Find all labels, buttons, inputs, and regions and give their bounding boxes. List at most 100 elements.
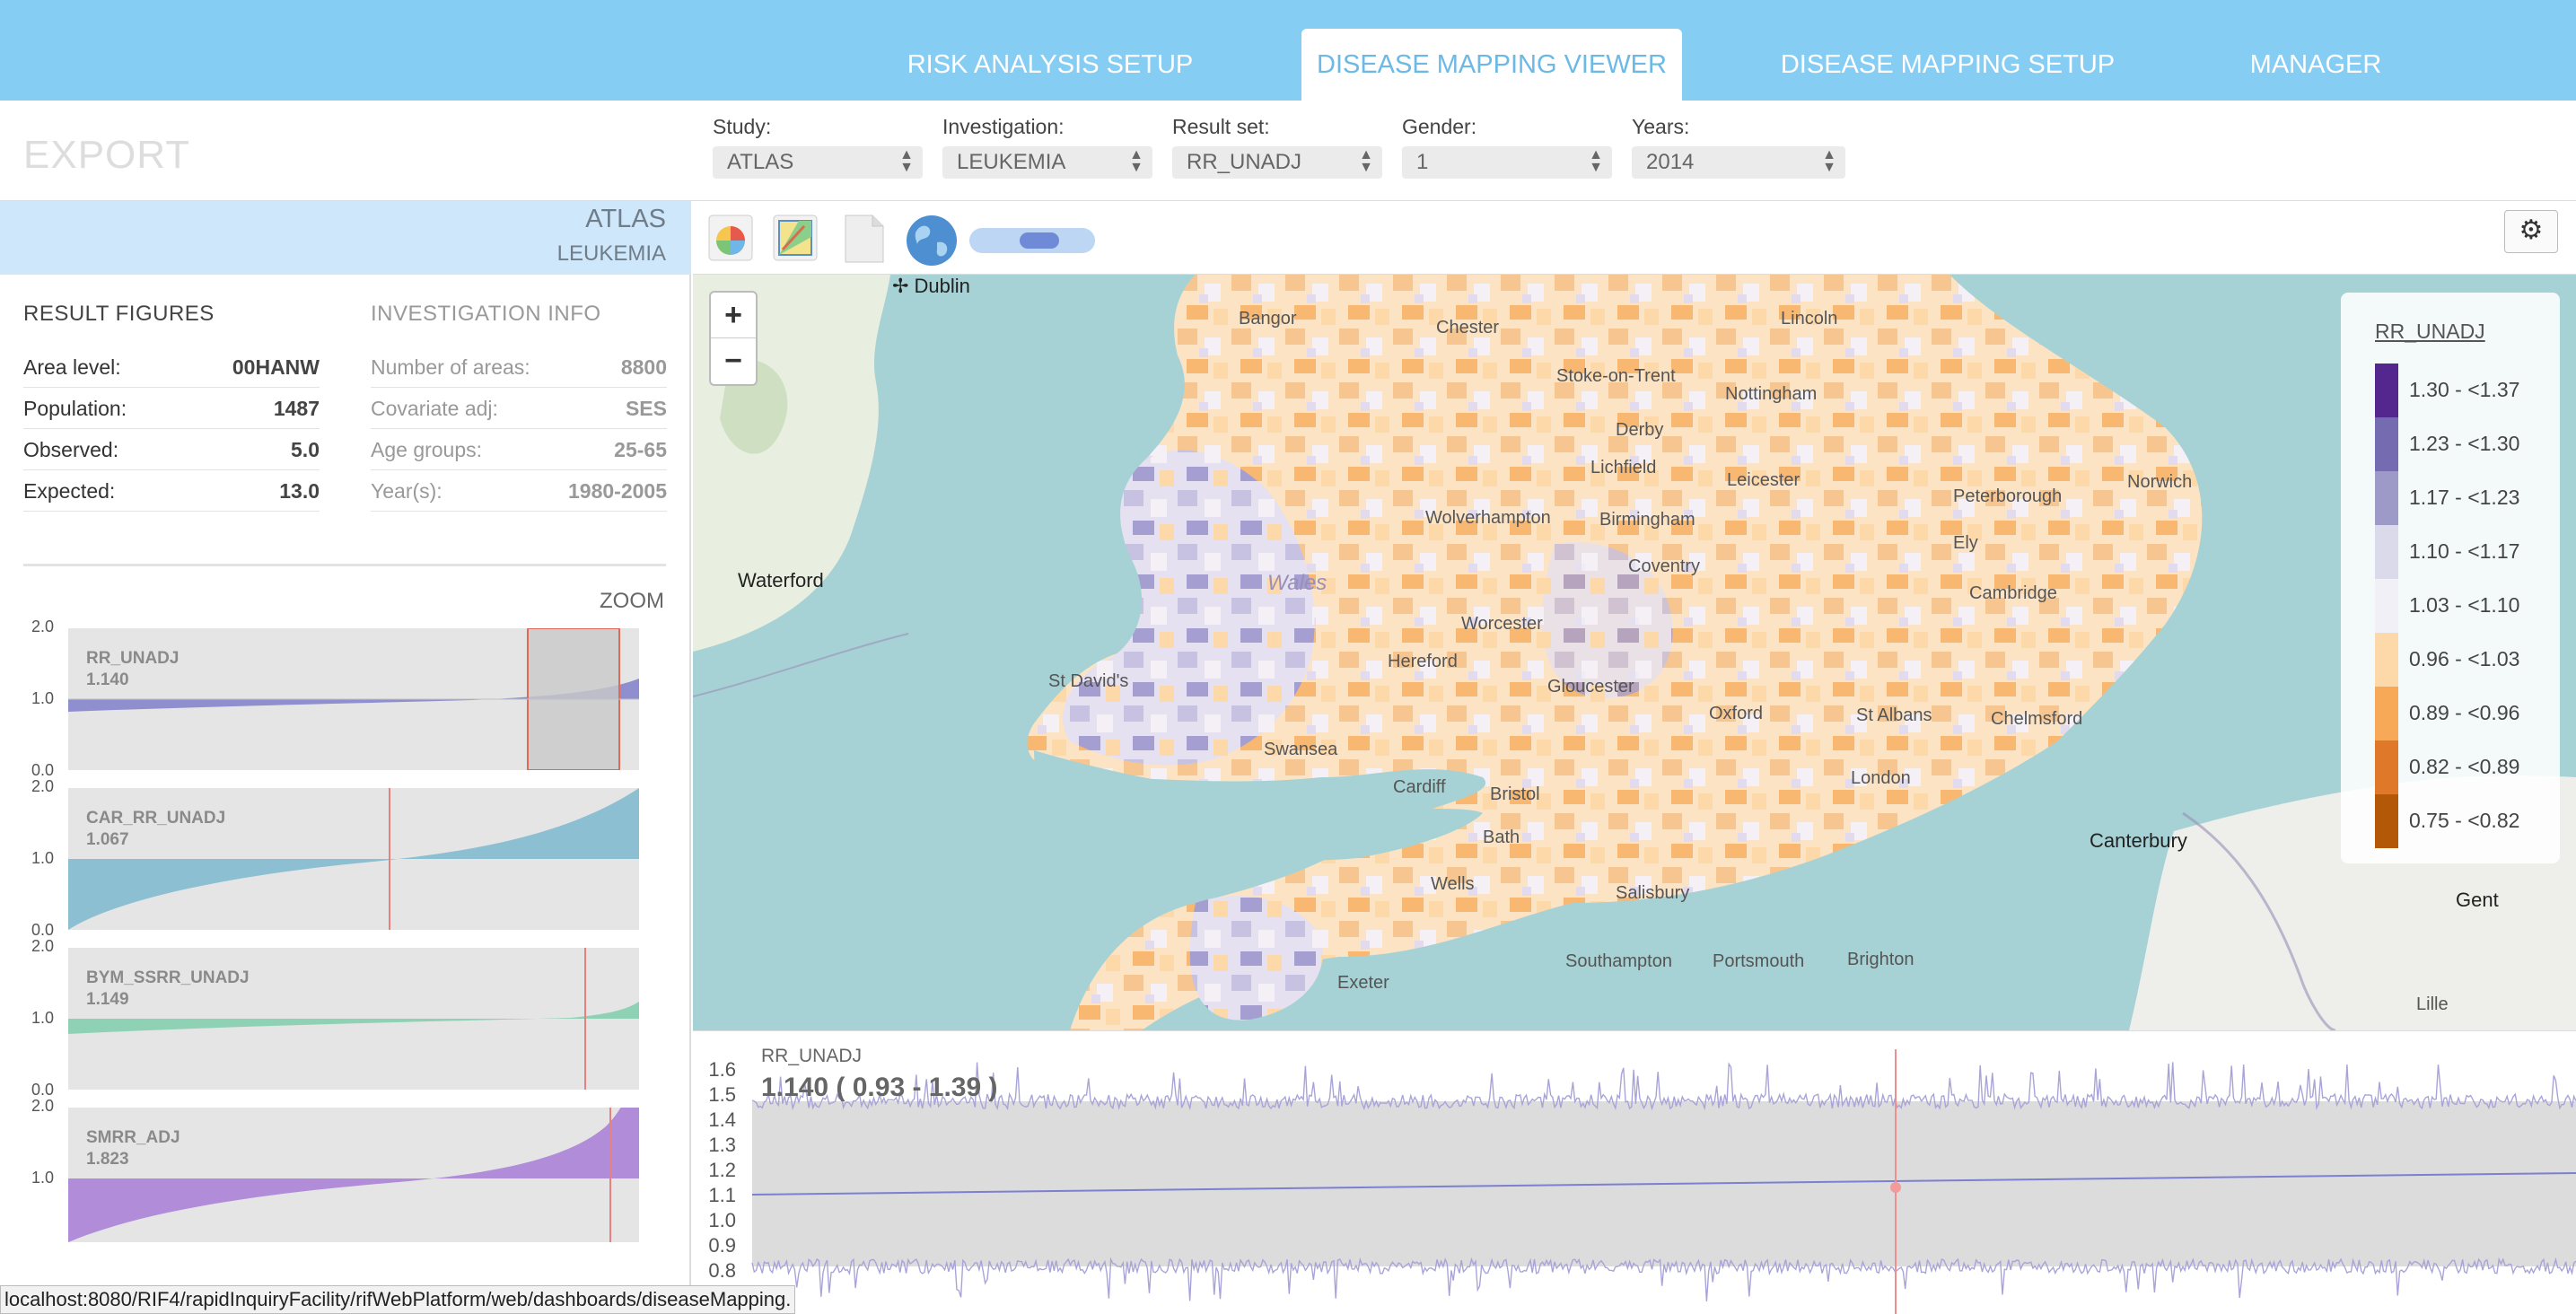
color-palette-icon[interactable] xyxy=(707,214,756,264)
y-tick: 2.0 xyxy=(31,937,54,955)
tab-disease-mapping-setup[interactable]: DISEASE MAPPING SETUP xyxy=(1777,29,2118,101)
y-tick: 1.6 xyxy=(708,1058,736,1081)
legend-item: 1.30 - <1.37 xyxy=(2375,364,2560,417)
zoom-label: ZOOM xyxy=(600,589,664,613)
gender-select[interactable]: 1 ▲ ▼ xyxy=(1402,146,1612,179)
y-tick: 1.1 xyxy=(708,1184,736,1206)
place-label: Canterbury xyxy=(2090,829,2187,852)
document-icon[interactable] xyxy=(840,214,889,264)
gender-label: Gender: xyxy=(1402,115,1477,138)
stat-label: Expected: xyxy=(23,479,116,503)
stat-row: Area level: 00HANW xyxy=(23,346,320,388)
y-tick: 2.0 xyxy=(31,777,54,795)
y-tick: 1.3 xyxy=(708,1134,736,1156)
tab-disease-mapping-viewer[interactable]: DISEASE MAPPING VIEWER xyxy=(1301,29,1682,101)
zoom-out-button[interactable]: − xyxy=(711,338,756,384)
place-label: Bath xyxy=(1483,828,1520,847)
years-value: 2014 xyxy=(1646,150,1695,174)
gender-selector: Gender: 1 ▲ ▼ xyxy=(1402,115,1612,179)
place-label: Ely xyxy=(1953,533,1978,553)
place-label: Hereford xyxy=(1388,652,1458,671)
mini-chart-rr-unadj[interactable]: RR_UNADJ 1.140 xyxy=(68,628,639,770)
study-name: ATLAS xyxy=(585,205,666,233)
result-figures-heading: RESULT FIGURES xyxy=(23,302,215,326)
stat-label: Area level: xyxy=(23,355,121,379)
legend-label: 1.30 - <1.37 xyxy=(2409,378,2520,401)
investigation-selector: Investigation: LEUKEMIA ▲ ▼ xyxy=(942,115,1152,179)
place-label: Swansea xyxy=(1264,740,1338,759)
stat-row: Population: 1487 xyxy=(23,388,320,429)
select-arrows-icon: ▲ ▼ xyxy=(1129,147,1143,175)
y-tick: 2.0 xyxy=(31,1097,54,1115)
info-value: 1980-2005 xyxy=(568,479,667,503)
mini-chart-label: BYM_SSRR_UNADJ 1.149 xyxy=(86,968,250,1009)
y-tick: 1.5 xyxy=(708,1083,736,1106)
result-set-select[interactable]: RR_UNADJ ▲ ▼ xyxy=(1172,146,1382,179)
years-label: Years: xyxy=(1632,115,1690,138)
settings-gear-icon[interactable]: ⚙ xyxy=(2504,210,2558,253)
stat-value: 5.0 xyxy=(291,438,320,461)
place-label: Bangor xyxy=(1239,309,1297,328)
status-url-bar: localhost:8080/RIF4/rapidInquiryFacility… xyxy=(0,1285,796,1314)
y-tick: 1.0 xyxy=(31,1169,54,1187)
info-label: Age groups: xyxy=(371,438,483,461)
mini-chart-bym-ssrr-unadj[interactable]: BYM_SSRR_UNADJ 1.149 xyxy=(68,948,639,1090)
info-label: Year(s): xyxy=(371,479,442,503)
tab-risk-analysis-setup[interactable]: RISK ANALYSIS SETUP xyxy=(889,29,1212,101)
export-button[interactable]: EXPORT xyxy=(23,133,190,178)
layer-toggle[interactable] xyxy=(969,228,1095,253)
legend-item: 0.89 - <0.96 xyxy=(2375,687,2560,740)
select-arrows-icon: ▲ ▼ xyxy=(1589,147,1603,175)
legend-title: RR_UNADJ xyxy=(2375,320,2485,343)
mini-chart-car-rr-unadj[interactable]: CAR_RR_UNADJ 1.067 xyxy=(68,788,639,930)
toggle-knob[interactable] xyxy=(1020,232,1059,249)
place-label: Lille xyxy=(2416,994,2449,1014)
legend-label: 1.10 - <1.17 xyxy=(2409,539,2520,563)
rate-chart-title: RR_UNADJ xyxy=(761,1046,863,1066)
rate-chart[interactable]: RR_UNADJ 1.140 ( 0.93 - 1.39 ) 1.6 1.5 1… xyxy=(693,1030,2576,1314)
mini-chart-smrr-adj[interactable]: SMRR_ADJ 1.823 xyxy=(68,1108,639,1242)
place-label: Chester xyxy=(1436,318,1500,337)
place-label: Waterford xyxy=(738,569,824,591)
result-figures: RESULT FIGURES Area level: 00HANW Populat… xyxy=(23,302,320,512)
y-tick: 1.0 xyxy=(708,1209,736,1231)
place-label: ✢ Dublin xyxy=(892,275,970,297)
stat-label: Observed: xyxy=(23,438,119,461)
years-select[interactable]: 2014 ▲ ▼ xyxy=(1632,146,1845,179)
info-value: 25-65 xyxy=(614,438,667,461)
map-view[interactable]: + − ✢ Dublin Bangor Chester Lincoln Stok… xyxy=(693,275,2576,1030)
map-legend: RR_UNADJ 1.30 - <1.37 1.23 - <1.30 1.17 - … xyxy=(2341,293,2560,863)
divider xyxy=(23,564,666,566)
tab-manager[interactable]: MANAGER xyxy=(2217,29,2414,101)
stat-row: Expected: 13.0 xyxy=(23,470,320,512)
legend-swatch xyxy=(2375,740,2398,794)
legend-label: 0.75 - <0.82 xyxy=(2409,809,2520,832)
stat-label: Population: xyxy=(23,397,127,420)
selected-area-point[interactable] xyxy=(1890,1182,1901,1193)
study-select[interactable]: ATLAS ▲ ▼ xyxy=(713,146,923,179)
mini-chart-label: SMRR_ADJ 1.823 xyxy=(86,1128,180,1169)
y-tick: 2.0 xyxy=(31,618,54,635)
place-label: Leicester xyxy=(1727,470,1801,490)
study-value: ATLAS xyxy=(727,150,794,174)
place-label: Coventry xyxy=(1628,556,1701,576)
choropleth-map-icon[interactable] xyxy=(772,214,820,264)
investigation-select[interactable]: LEUKEMIA ▲ ▼ xyxy=(942,146,1152,179)
y-tick: 1.4 xyxy=(708,1108,736,1131)
y-tick: 1.0 xyxy=(31,689,54,707)
info-label: Number of areas: xyxy=(371,355,530,379)
result-set-selector: Result set: RR_UNADJ ▲ ▼ xyxy=(1172,115,1382,179)
place-label: St Albans xyxy=(1856,705,1932,725)
top-navigation: RISK ANALYSIS SETUP DISEASE MAPPING VIEW… xyxy=(0,0,2576,101)
info-row: Year(s): 1980-2005 xyxy=(371,470,667,512)
info-row: Number of areas: 8800 xyxy=(371,346,667,388)
legend-label: 1.03 - <1.10 xyxy=(2409,593,2520,617)
place-label: Chelmsford xyxy=(1991,709,2083,729)
place-label: Derby xyxy=(1616,420,1664,440)
legend-item: 0.82 - <0.89 xyxy=(2375,740,2560,794)
place-label: Nottingham xyxy=(1725,384,1818,404)
zoom-in-button[interactable]: + xyxy=(711,293,756,338)
globe-icon[interactable] xyxy=(905,214,957,266)
y-tick: 1.2 xyxy=(708,1159,736,1181)
stat-value: 00HANW xyxy=(232,355,320,379)
